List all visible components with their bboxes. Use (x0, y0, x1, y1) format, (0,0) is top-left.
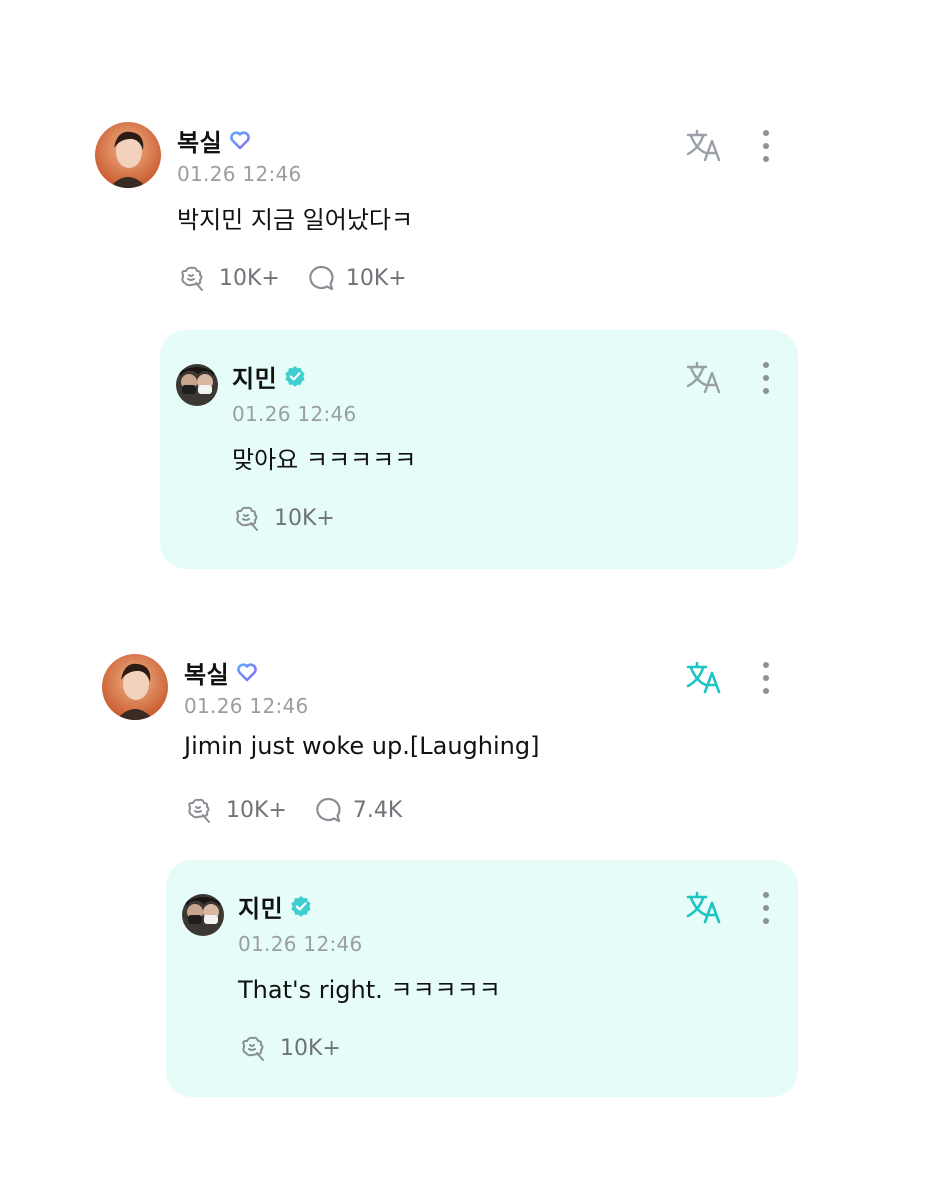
verified-check-icon (285, 366, 305, 387)
comment-button[interactable]: 7.4K (313, 795, 402, 825)
comment-count: 10K+ (345, 265, 407, 291)
timestamp: 01.26 12:46 (238, 932, 363, 956)
reply-text: 맞아요 ㅋㅋㅋㅋㅋ (232, 446, 417, 474)
more-options-button[interactable] (754, 128, 778, 164)
translate-button[interactable] (685, 660, 725, 696)
more-vertical-icon (763, 662, 769, 668)
author-name[interactable]: 복실 (177, 123, 222, 158)
translate-icon (686, 661, 721, 694)
like-button[interactable]: 10K+ (232, 503, 335, 533)
like-icon (242, 1036, 264, 1061)
comment-post: 복실 01.26 12:46 Jimin just woke up.[Laugh… (102, 654, 815, 834)
like-icon (236, 506, 258, 531)
like-count: 10K+ (274, 505, 335, 531)
more-options-button[interactable] (754, 660, 778, 696)
stats-row: 10K+ (238, 1032, 367, 1064)
like-button[interactable]: 10K+ (238, 1033, 341, 1063)
like-button[interactable]: 10K+ (177, 263, 280, 293)
avatar[interactable] (182, 894, 224, 936)
comment-post: 복실 01.26 12:46 박지민 지금 일어났다ㅋ 10K+ 10K+ (95, 122, 815, 302)
heart-badge-icon (237, 663, 258, 682)
translate-button[interactable] (685, 890, 725, 926)
comment-text: 박지민 지금 일어났다ㅋ (177, 206, 414, 234)
avatar[interactable] (95, 122, 161, 188)
translate-button[interactable] (685, 360, 725, 396)
stats-row: 10K+ 10K+ (177, 262, 433, 294)
avatar[interactable] (102, 654, 168, 720)
author-name[interactable]: 지민 (238, 889, 283, 924)
like-button[interactable]: 10K+ (184, 795, 287, 825)
timestamp: 01.26 12:46 (184, 694, 309, 718)
author-row: 지민 (232, 359, 307, 394)
like-count: 10K+ (226, 797, 287, 823)
comment-bubble-icon (316, 797, 341, 823)
translate-icon (686, 361, 721, 394)
more-vertical-icon (763, 362, 769, 368)
avatar[interactable] (176, 364, 218, 406)
author-row: 복실 (177, 123, 252, 158)
author-row: 복실 (184, 655, 259, 690)
comment-feed: 복실 01.26 12:46 박지민 지금 일어났다ㅋ 10K+ 10K+ 지민… (0, 0, 935, 1200)
like-count: 10K+ (280, 1035, 341, 1061)
timestamp: 01.26 12:46 (232, 402, 357, 426)
like-icon (181, 266, 203, 291)
translate-button[interactable] (685, 128, 725, 164)
verified-check-icon (291, 896, 311, 917)
artist-reply-card: 지민 01.26 12:46 맞아요 ㅋㅋㅋㅋㅋ 10K+ (160, 330, 798, 569)
reply-text: That's right. ㅋㅋㅋㅋㅋ (238, 976, 501, 1004)
comment-text: Jimin just woke up.[Laughing] (184, 732, 540, 760)
author-row: 지민 (238, 889, 313, 924)
heart-badge-icon (230, 131, 251, 150)
timestamp: 01.26 12:46 (177, 162, 302, 186)
translate-icon (686, 891, 721, 924)
more-vertical-icon (763, 892, 769, 898)
more-vertical-icon (763, 130, 769, 136)
stats-row: 10K+ 7.4K (184, 794, 428, 826)
comment-button[interactable]: 10K+ (306, 263, 407, 293)
author-name[interactable]: 복실 (184, 655, 229, 690)
artist-reply-card: 지민 01.26 12:46 That's right. ㅋㅋㅋㅋㅋ 10K+ (166, 860, 798, 1097)
more-options-button[interactable] (754, 890, 778, 926)
translate-icon (686, 129, 721, 162)
like-count: 10K+ (219, 265, 280, 291)
author-name[interactable]: 지민 (232, 359, 277, 394)
more-options-button[interactable] (754, 360, 778, 396)
stats-row: 10K+ (232, 502, 361, 534)
like-icon (188, 798, 210, 823)
comment-count: 7.4K (352, 797, 403, 823)
comment-bubble-icon (309, 265, 334, 291)
